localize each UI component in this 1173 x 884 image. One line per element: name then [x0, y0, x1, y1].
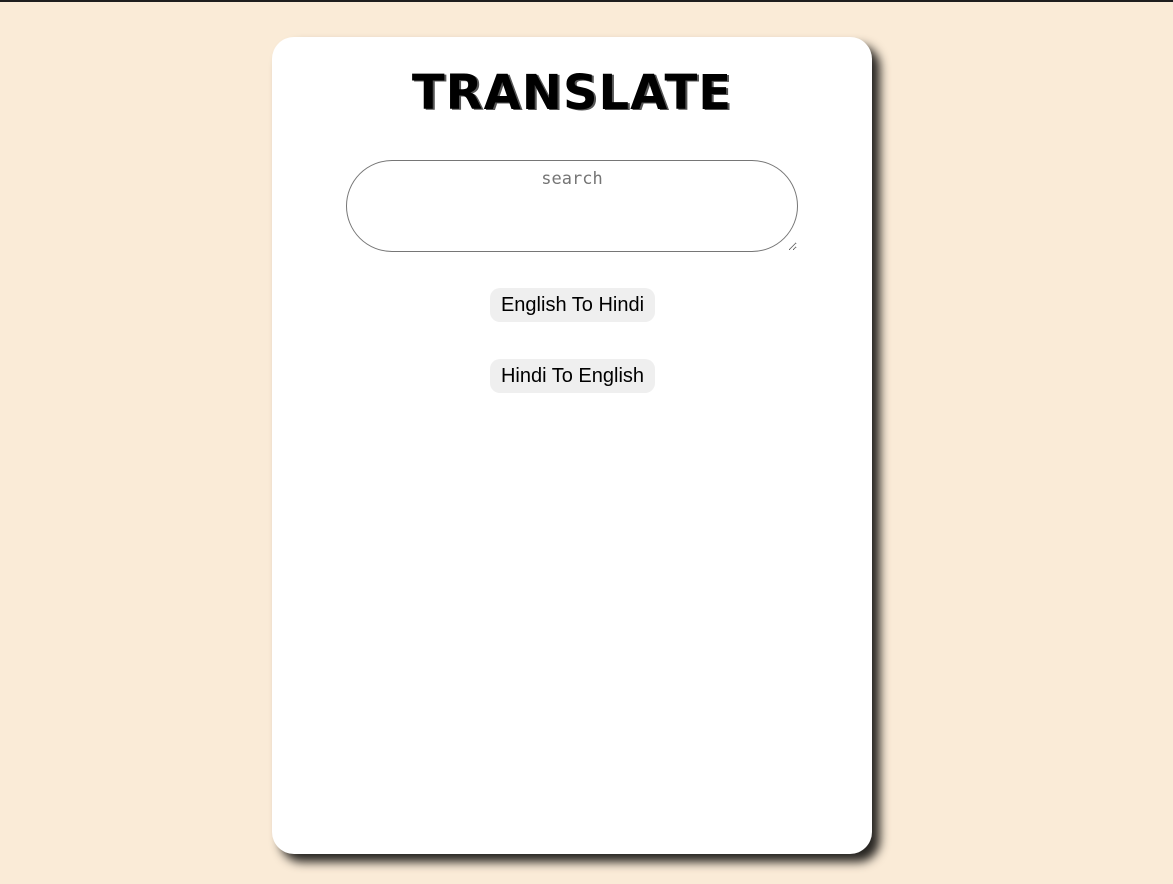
translate-card: TRANSLATE English To Hindi Hindi To Engl…: [272, 37, 872, 854]
page-title: TRANSLATE: [411, 65, 733, 121]
hindi-to-english-button[interactable]: Hindi To English: [490, 359, 655, 393]
search-input[interactable]: [346, 160, 798, 252]
english-to-hindi-button[interactable]: English To Hindi: [490, 288, 655, 322]
